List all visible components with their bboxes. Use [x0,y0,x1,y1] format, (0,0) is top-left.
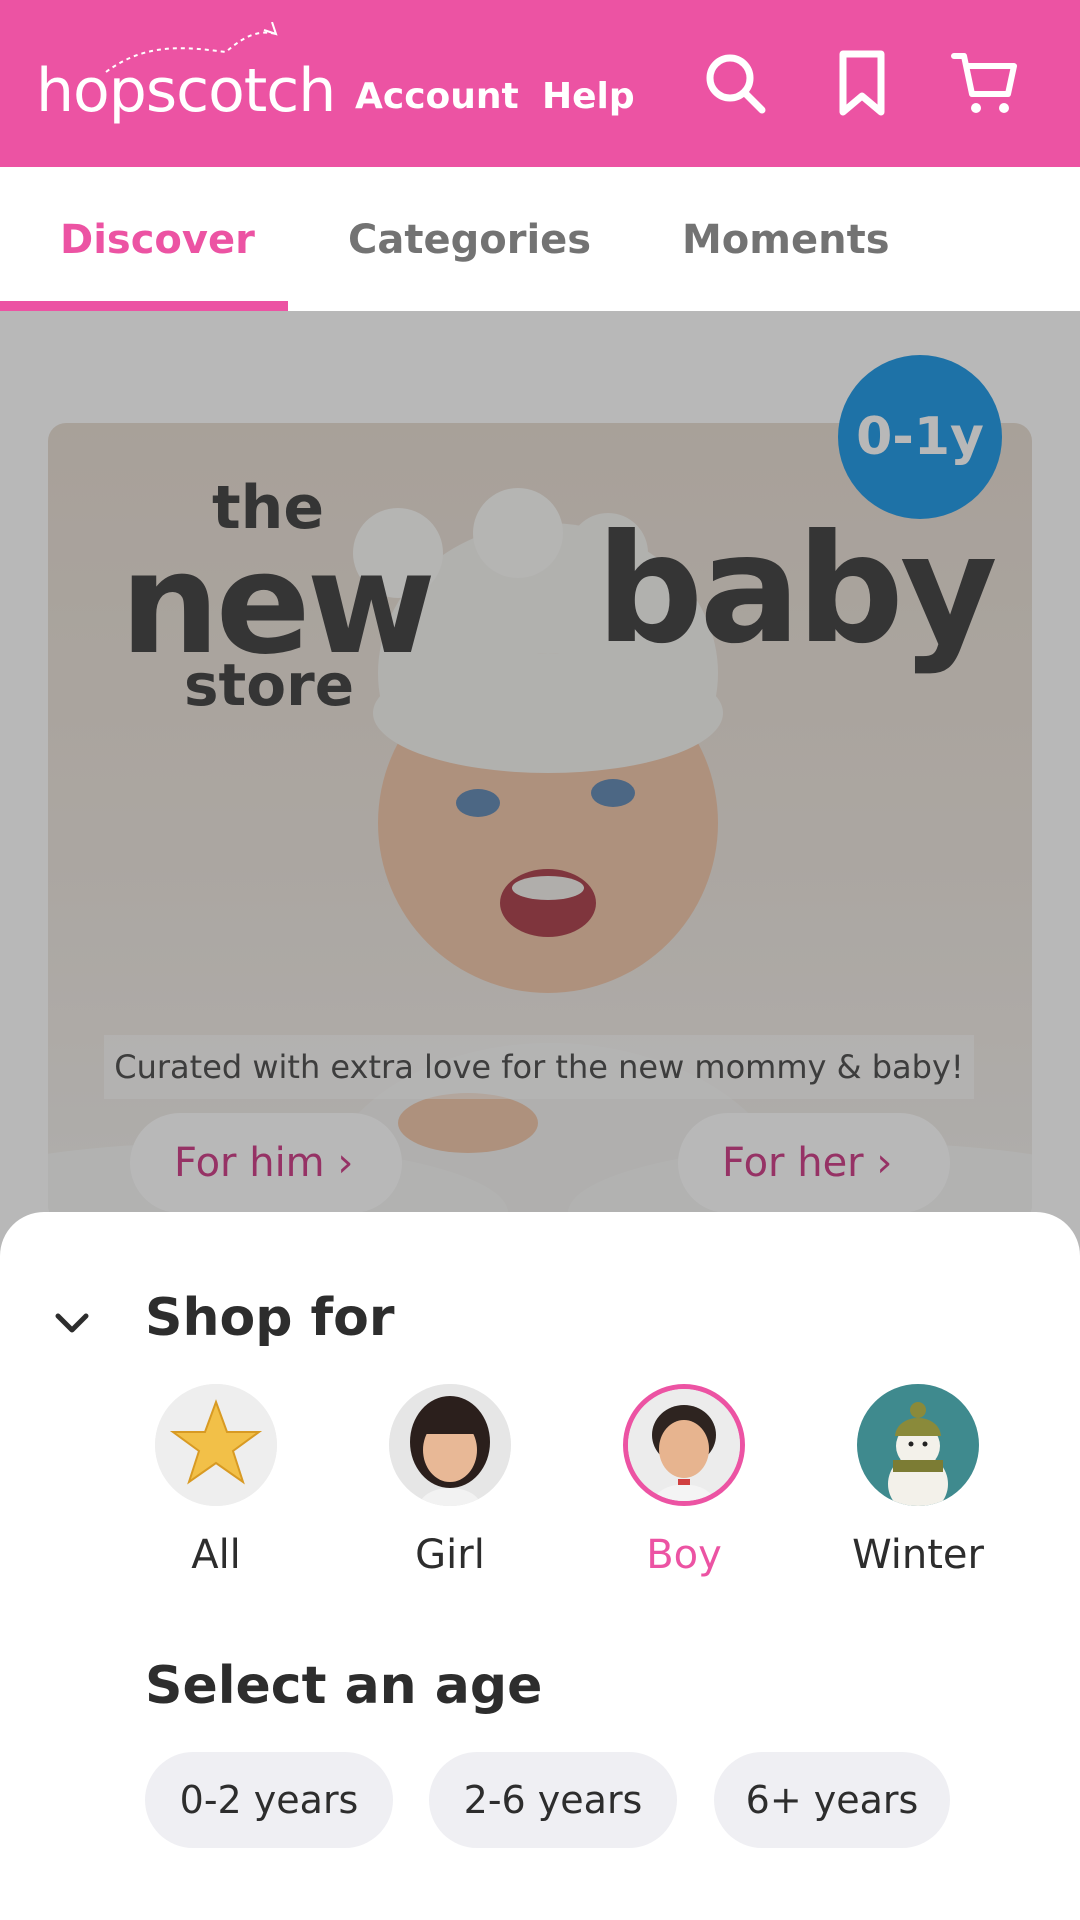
shop-option-label: Boy [646,1532,722,1578]
shop-option-label: Winter [852,1532,984,1578]
shop-for-title: Shop for [145,1288,395,1348]
tab-discover[interactable]: Discover [60,217,255,263]
shop-option-label: All [191,1532,241,1578]
shop-option-label: Girl [415,1532,485,1578]
cart-icon[interactable] [950,48,1020,118]
app-header: hopscotch Account Help [0,0,1080,167]
active-tab-indicator [0,301,288,311]
tab-bar: Discover Categories Moments [0,167,1080,311]
shop-option-boy[interactable]: Boy [584,1384,784,1578]
shop-option-girl[interactable]: Girl [350,1384,550,1578]
shop-for-sheet: Shop for All Girl Boy Winter Select an a… [0,1212,1080,1920]
shop-option-winter[interactable]: Winter [818,1384,1018,1578]
girl-avatar [389,1384,511,1506]
star-icon [155,1384,277,1506]
bookmark-icon[interactable] [827,48,897,118]
boy-avatar [623,1384,745,1506]
search-icon[interactable] [700,48,770,118]
age-option-0-2[interactable]: 0-2 years [145,1752,393,1848]
age-option-2-6[interactable]: 2-6 years [429,1752,677,1848]
snowman-icon [857,1384,979,1506]
help-link[interactable]: Help [542,76,635,117]
account-link[interactable]: Account [355,76,519,117]
age-option-6-plus[interactable]: 6+ years [714,1752,950,1848]
tab-moments[interactable]: Moments [682,217,890,263]
select-age-title: Select an age [145,1656,543,1716]
tab-categories[interactable]: Categories [348,217,591,263]
chevron-down-icon[interactable] [50,1302,94,1346]
hopscotch-logo[interactable]: hopscotch [36,22,336,132]
shop-option-all[interactable]: All [116,1384,316,1578]
